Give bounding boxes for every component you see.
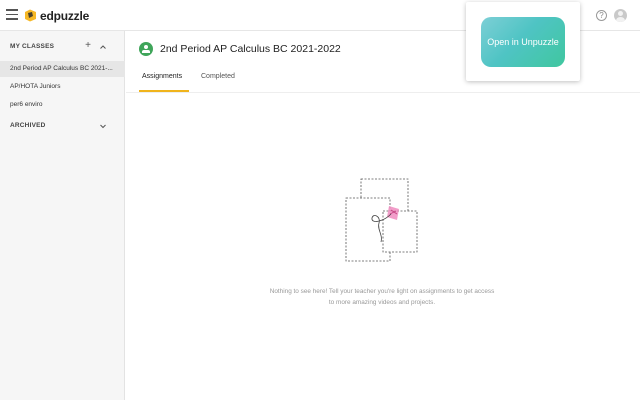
- sidebar-item-ap-hota-juniors[interactable]: AP/HOTA Juniors: [0, 79, 125, 95]
- menu-icon[interactable]: [6, 9, 18, 20]
- open-in-unpuzzle-button[interactable]: Open in Unpuzzle: [481, 17, 565, 67]
- logo-text: edpuzzle: [40, 8, 90, 23]
- archived-header[interactable]: ARCHIVED: [0, 118, 125, 134]
- sidebar-item-ap-calculus[interactable]: 2nd Period AP Calculus BC 2021-...: [0, 61, 125, 77]
- tab-assignments[interactable]: Assignments: [142, 73, 182, 80]
- sidebar-item-label: per6 enviro: [10, 101, 43, 108]
- chevron-down-icon[interactable]: [99, 122, 107, 130]
- sidebar-item-per6-enviro[interactable]: per6 enviro: [0, 97, 125, 113]
- add-class-icon[interactable]: +: [83, 40, 93, 52]
- user-avatar-icon[interactable]: [614, 9, 627, 22]
- archived-label: ARCHIVED: [10, 122, 46, 129]
- edpuzzle-logo[interactable]: edpuzzle: [23, 7, 89, 24]
- empty-state-illustration: [345, 178, 418, 262]
- sidebar: MY CLASSES + 2nd Period AP Calculus BC 2…: [0, 31, 125, 400]
- my-classes-header: MY CLASSES +: [0, 39, 125, 55]
- active-tab-indicator: [139, 90, 189, 92]
- chevron-up-icon[interactable]: [99, 43, 107, 51]
- edpuzzle-logo-icon: [25, 9, 36, 22]
- class-avatar-icon: [139, 42, 153, 56]
- help-icon[interactable]: ?: [596, 10, 607, 21]
- tab-completed[interactable]: Completed: [201, 73, 235, 80]
- sidebar-item-label: AP/HOTA Juniors: [10, 83, 61, 90]
- sidebar-item-label: 2nd Period AP Calculus BC 2021-...: [10, 65, 113, 72]
- my-classes-label: MY CLASSES: [10, 43, 55, 50]
- empty-state-message: Nothing to see here! Tell your teacher y…: [269, 288, 495, 306]
- page-title: 2nd Period AP Calculus BC 2021-2022: [160, 43, 341, 55]
- unpuzzle-popup: Open in Unpuzzle: [466, 2, 580, 81]
